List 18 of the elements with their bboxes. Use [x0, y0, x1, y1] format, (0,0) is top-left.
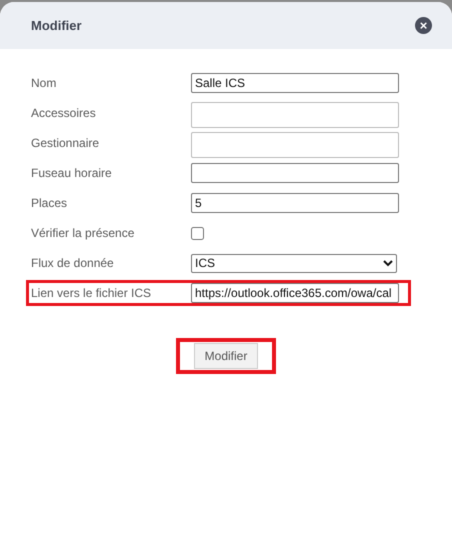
checkbox[interactable] [191, 226, 204, 240]
field-label: Places [31, 195, 68, 212]
select-field[interactable]: ICS [191, 254, 397, 272]
field-label: Accessoires [31, 105, 97, 122]
input-field[interactable]: https://outlook.office365.com/owa/cal [191, 283, 399, 303]
input-field[interactable]: 5 [191, 193, 399, 213]
field-label: Nom [31, 75, 58, 92]
field-label: Gestionnaire [31, 135, 100, 152]
field-label: Lien vers le fichier ICS [31, 285, 152, 302]
close-button[interactable]: × [415, 17, 432, 34]
field-label: Fuseau horaire [31, 165, 113, 182]
input-field[interactable] [191, 163, 399, 183]
dialog-title: Modifier [31, 16, 82, 35]
chevron-down-icon [383, 260, 393, 266]
field-label: Flux de donnée [31, 255, 115, 272]
submit-button[interactable]: Modifier [194, 343, 258, 369]
field-label: Vérifier la présence [31, 225, 136, 242]
input-field[interactable]: Salle ICS [191, 73, 399, 93]
